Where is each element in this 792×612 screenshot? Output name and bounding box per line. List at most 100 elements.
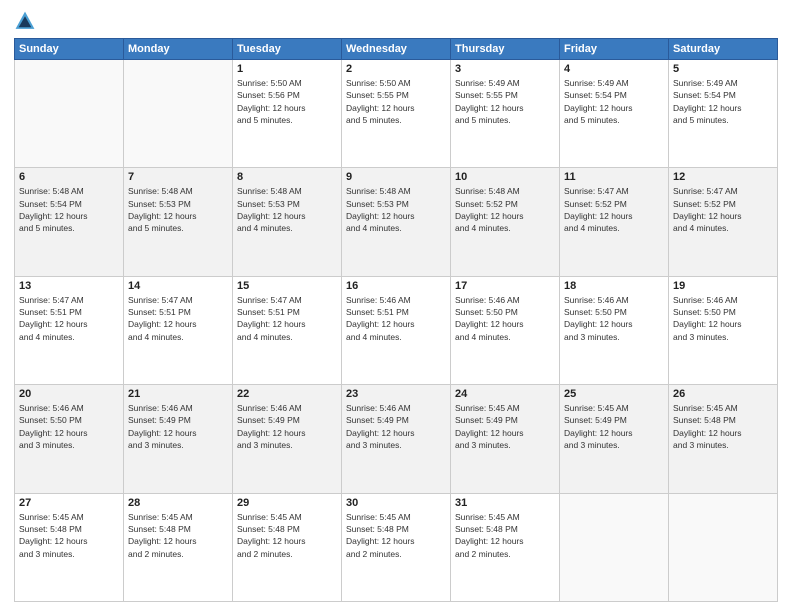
day-number: 12 [673,171,773,183]
day-number: 30 [346,497,446,509]
weekday-header-wednesday: Wednesday [342,39,451,60]
day-number: 27 [19,497,119,509]
day-info: Sunrise: 5:49 AMSunset: 5:54 PMDaylight:… [673,77,773,126]
weekday-header-saturday: Saturday [669,39,778,60]
day-info: Sunrise: 5:46 AMSunset: 5:50 PMDaylight:… [673,294,773,343]
calendar-week-row: 20 Sunrise: 5:46 AMSunset: 5:50 PMDayligh… [15,385,778,493]
day-info: Sunrise: 5:50 AMSunset: 5:56 PMDaylight:… [237,77,337,126]
calendar-cell: 10 Sunrise: 5:48 AMSunset: 5:52 PMDayligh… [451,168,560,276]
calendar-cell [124,60,233,168]
day-info: Sunrise: 5:45 AMSunset: 5:49 PMDaylight:… [564,402,664,451]
calendar-cell: 21 Sunrise: 5:46 AMSunset: 5:49 PMDayligh… [124,385,233,493]
calendar-cell: 13 Sunrise: 5:47 AMSunset: 5:51 PMDayligh… [15,276,124,384]
calendar-week-row: 1Sunrise: 5:50 AMSunset: 5:56 PMDaylight… [15,60,778,168]
calendar-cell: 15 Sunrise: 5:47 AMSunset: 5:51 PMDayligh… [233,276,342,384]
day-number: 21 [128,388,228,400]
day-number: 3 [455,63,555,75]
calendar-cell: 8Sunrise: 5:48 AMSunset: 5:53 PMDaylight… [233,168,342,276]
day-number: 5 [673,63,773,75]
calendar-cell: 7 Sunrise: 5:48 AMSunset: 5:53 PMDaylight… [124,168,233,276]
calendar-cell: 27 Sunrise: 5:45 AMSunset: 5:48 PMDayligh… [15,493,124,601]
day-info: Sunrise: 5:48 AMSunset: 5:52 PMDaylight:… [455,185,555,234]
day-info: Sunrise: 5:46 AMSunset: 5:50 PMDaylight:… [455,294,555,343]
day-info: Sunrise: 5:45 AMSunset: 5:48 PMDaylight:… [237,511,337,560]
day-info: Sunrise: 5:49 AMSunset: 5:55 PMDaylight:… [455,77,555,126]
day-info: Sunrise: 5:47 AMSunset: 5:52 PMDaylight:… [673,185,773,234]
logo [14,10,40,32]
calendar-cell: 3 Sunrise: 5:49 AMSunset: 5:55 PMDaylight… [451,60,560,168]
weekday-header-monday: Monday [124,39,233,60]
day-info: Sunrise: 5:49 AMSunset: 5:54 PMDaylight:… [564,77,664,126]
day-number: 17 [455,280,555,292]
weekday-header-row: SundayMondayTuesdayWednesdayThursdayFrid… [15,39,778,60]
calendar-cell: 11 Sunrise: 5:47 AMSunset: 5:52 PMDayligh… [560,168,669,276]
day-info: Sunrise: 5:48 AMSunset: 5:54 PMDaylight:… [19,185,119,234]
weekday-header-tuesday: Tuesday [233,39,342,60]
day-info: Sunrise: 5:48 AMSunset: 5:53 PMDaylight:… [346,185,446,234]
day-number: 31 [455,497,555,509]
calendar-cell: 30 Sunrise: 5:45 AMSunset: 5:48 PMDayligh… [342,493,451,601]
day-number: 29 [237,497,337,509]
calendar-cell: 18 Sunrise: 5:46 AMSunset: 5:50 PMDayligh… [560,276,669,384]
header [14,10,778,32]
day-info: Sunrise: 5:47 AMSunset: 5:52 PMDaylight:… [564,185,664,234]
calendar-cell: 26Sunrise: 5:45 AMSunset: 5:48 PMDayligh… [669,385,778,493]
calendar-cell [560,493,669,601]
calendar-cell: 24Sunrise: 5:45 AMSunset: 5:49 PMDayligh… [451,385,560,493]
day-number: 23 [346,388,446,400]
page: SundayMondayTuesdayWednesdayThursdayFrid… [0,0,792,612]
day-info: Sunrise: 5:47 AMSunset: 5:51 PMDaylight:… [128,294,228,343]
day-info: Sunrise: 5:46 AMSunset: 5:49 PMDaylight:… [237,402,337,451]
day-info: Sunrise: 5:45 AMSunset: 5:48 PMDaylight:… [128,511,228,560]
calendar-week-row: 6 Sunrise: 5:48 AMSunset: 5:54 PMDaylight… [15,168,778,276]
weekday-header-sunday: Sunday [15,39,124,60]
weekday-header-thursday: Thursday [451,39,560,60]
calendar-cell: 6 Sunrise: 5:48 AMSunset: 5:54 PMDaylight… [15,168,124,276]
calendar-cell: 12 Sunrise: 5:47 AMSunset: 5:52 PMDayligh… [669,168,778,276]
calendar-cell [669,493,778,601]
calendar-cell: 17 Sunrise: 5:46 AMSunset: 5:50 PMDayligh… [451,276,560,384]
calendar-cell: 29 Sunrise: 5:45 AMSunset: 5:48 PMDayligh… [233,493,342,601]
day-number: 15 [237,280,337,292]
day-number: 28 [128,497,228,509]
day-number: 11 [564,171,664,183]
day-info: Sunrise: 5:45 AMSunset: 5:48 PMDaylight:… [346,511,446,560]
calendar-cell: 22Sunrise: 5:46 AMSunset: 5:49 PMDayligh… [233,385,342,493]
logo-icon [14,10,36,32]
calendar-cell: 20 Sunrise: 5:46 AMSunset: 5:50 PMDayligh… [15,385,124,493]
day-info: Sunrise: 5:46 AMSunset: 5:49 PMDaylight:… [128,402,228,451]
calendar-cell: 23 Sunrise: 5:46 AMSunset: 5:49 PMDayligh… [342,385,451,493]
day-info: Sunrise: 5:45 AMSunset: 5:48 PMDaylight:… [455,511,555,560]
day-info: Sunrise: 5:45 AMSunset: 5:49 PMDaylight:… [455,402,555,451]
day-number: 20 [19,388,119,400]
calendar-cell: 1Sunrise: 5:50 AMSunset: 5:56 PMDaylight… [233,60,342,168]
day-number: 25 [564,388,664,400]
day-number: 8 [237,171,337,183]
day-info: Sunrise: 5:46 AMSunset: 5:49 PMDaylight:… [346,402,446,451]
day-number: 13 [19,280,119,292]
day-info: Sunrise: 5:46 AMSunset: 5:51 PMDaylight:… [346,294,446,343]
day-number: 6 [19,171,119,183]
day-number: 7 [128,171,228,183]
day-info: Sunrise: 5:48 AMSunset: 5:53 PMDaylight:… [128,185,228,234]
calendar-cell: 2Sunrise: 5:50 AMSunset: 5:55 PMDaylight… [342,60,451,168]
day-info: Sunrise: 5:47 AMSunset: 5:51 PMDaylight:… [237,294,337,343]
day-info: Sunrise: 5:46 AMSunset: 5:50 PMDaylight:… [19,402,119,451]
day-number: 2 [346,63,446,75]
day-info: Sunrise: 5:47 AMSunset: 5:51 PMDaylight:… [19,294,119,343]
calendar-cell: 4 Sunrise: 5:49 AMSunset: 5:54 PMDaylight… [560,60,669,168]
day-number: 18 [564,280,664,292]
calendar-cell: 19 Sunrise: 5:46 AMSunset: 5:50 PMDayligh… [669,276,778,384]
calendar-cell: 25 Sunrise: 5:45 AMSunset: 5:49 PMDayligh… [560,385,669,493]
calendar-cell: 14Sunrise: 5:47 AMSunset: 5:51 PMDayligh… [124,276,233,384]
day-info: Sunrise: 5:45 AMSunset: 5:48 PMDaylight:… [19,511,119,560]
day-number: 10 [455,171,555,183]
day-number: 16 [346,280,446,292]
day-number: 4 [564,63,664,75]
weekday-header-friday: Friday [560,39,669,60]
day-info: Sunrise: 5:46 AMSunset: 5:50 PMDaylight:… [564,294,664,343]
calendar-table: SundayMondayTuesdayWednesdayThursdayFrid… [14,38,778,602]
calendar-week-row: 27 Sunrise: 5:45 AMSunset: 5:48 PMDayligh… [15,493,778,601]
calendar-cell: 28 Sunrise: 5:45 AMSunset: 5:48 PMDayligh… [124,493,233,601]
day-number: 19 [673,280,773,292]
